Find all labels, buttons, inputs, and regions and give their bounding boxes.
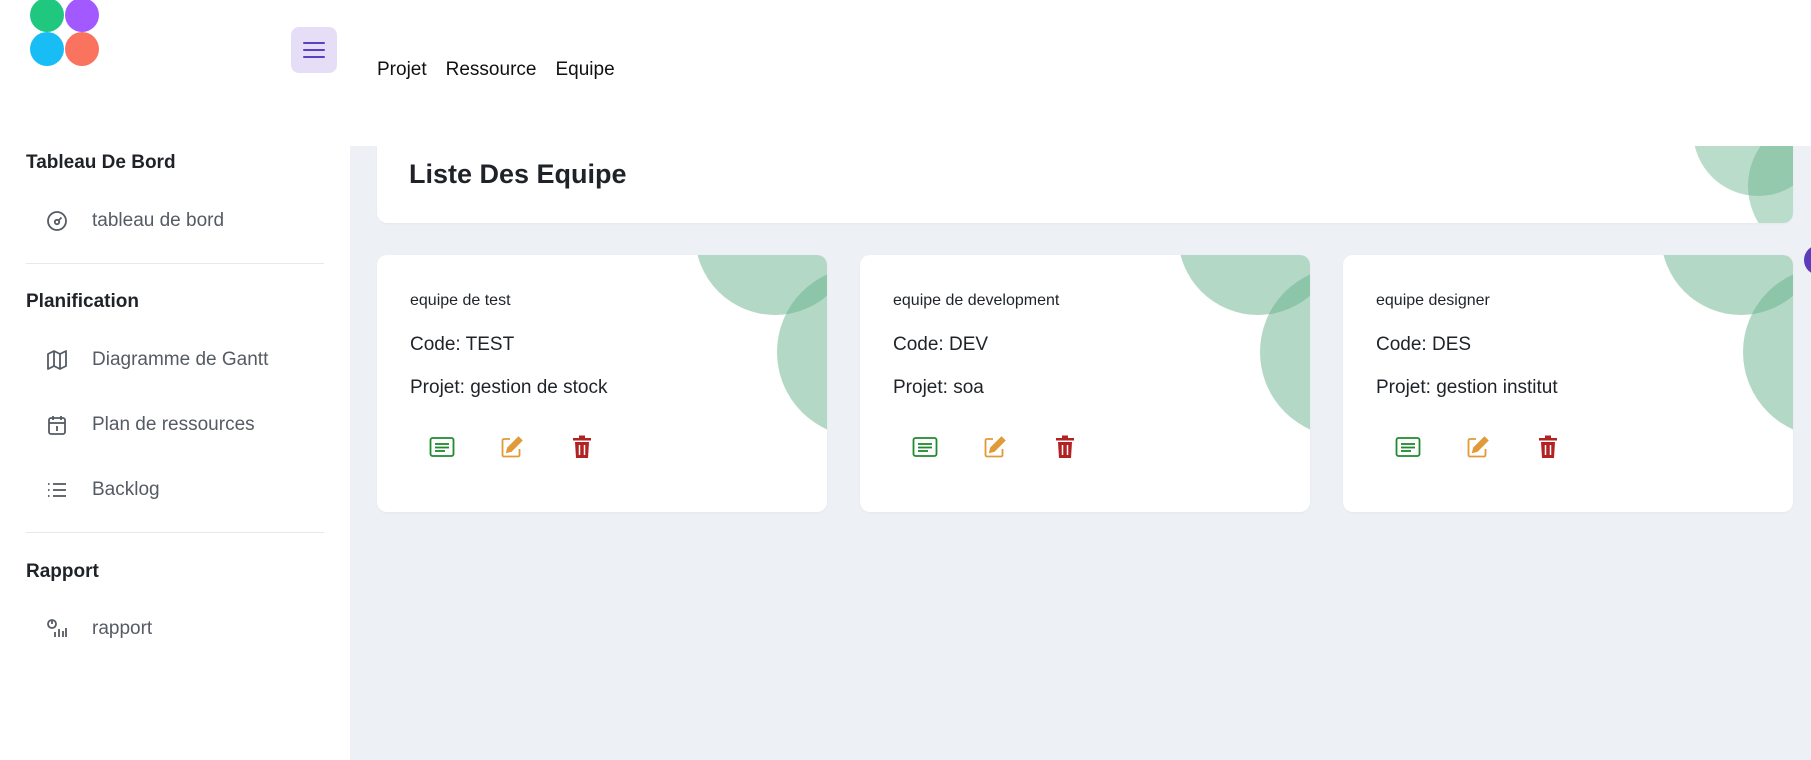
details-icon	[1395, 437, 1421, 457]
delete-icon	[573, 435, 591, 458]
edit-button[interactable]	[982, 434, 1008, 460]
details-icon	[912, 437, 938, 457]
team-actions	[912, 434, 1078, 460]
sidebar-item-plan-ressources[interactable]: Plan de ressources	[44, 405, 324, 445]
sidebar: Tableau De Bord tableau de bord Planific…	[0, 146, 350, 760]
delete-icon	[1539, 435, 1557, 458]
dashboard-icon	[44, 208, 70, 234]
team-name: equipe designer	[1376, 292, 1490, 309]
team-name: equipe de test	[410, 292, 511, 309]
nav-equipe[interactable]: Equipe	[555, 59, 614, 81]
details-button[interactable]	[912, 434, 938, 460]
details-button[interactable]	[1395, 434, 1421, 460]
sidebar-divider	[26, 532, 324, 533]
app-logo[interactable]	[28, 0, 102, 68]
map-icon	[44, 347, 70, 373]
team-code: Code: DEV	[893, 334, 989, 355]
delete-button[interactable]	[569, 434, 595, 460]
sidebar-item-label: Plan de ressources	[92, 414, 255, 435]
main-content: Liste Des Equipe equipe de test Code: TE…	[350, 146, 1811, 760]
edit-button[interactable]	[499, 434, 525, 460]
list-icon	[44, 477, 70, 503]
team-actions	[1395, 434, 1561, 460]
hamburger-icon	[303, 42, 325, 58]
team-card: equipe designer Code: DES Projet: gestio…	[1343, 255, 1793, 512]
sidebar-item-label: Diagramme de Gantt	[92, 349, 269, 370]
team-project: Projet: gestion de stock	[410, 377, 608, 398]
section-title-rapport: Rapport	[26, 561, 99, 582]
edit-button[interactable]	[1465, 434, 1491, 460]
sidebar-item-backlog[interactable]: Backlog	[44, 470, 324, 510]
top-nav: Projet Ressource Equipe	[377, 59, 615, 81]
section-title-tableau: Tableau De Bord	[26, 152, 176, 173]
details-button[interactable]	[429, 434, 455, 460]
team-code: Code: DES	[1376, 334, 1472, 355]
sidebar-item-label: rapport	[92, 618, 153, 639]
delete-button[interactable]	[1535, 434, 1561, 460]
delete-button[interactable]	[1052, 434, 1078, 460]
team-name: equipe de development	[893, 292, 1060, 309]
team-project: Projet: soa	[893, 377, 984, 398]
edit-icon	[984, 436, 1006, 458]
edit-icon	[1467, 436, 1489, 458]
calendar-icon	[44, 412, 70, 438]
team-card: equipe de test Code: TEST Projet: gestio…	[377, 255, 827, 512]
team-project: Projet: gestion institut	[1376, 377, 1558, 398]
sidebar-divider	[26, 263, 324, 264]
details-icon	[429, 437, 455, 457]
edit-icon	[501, 436, 523, 458]
team-card: equipe de development Code: DEV Projet: …	[860, 255, 1310, 512]
report-icon	[44, 616, 70, 642]
nav-projet[interactable]: Projet	[377, 59, 427, 81]
sidebar-item-label: Backlog	[92, 479, 160, 500]
sidebar-item-gantt[interactable]: Diagramme de Gantt	[44, 340, 324, 380]
decorative-circle	[1748, 146, 1793, 223]
sidebar-item-label: tableau de bord	[92, 210, 225, 231]
page-title-card: Liste Des Equipe	[377, 146, 1793, 223]
menu-toggle-button[interactable]	[291, 27, 337, 73]
section-title-planification: Planification	[26, 291, 139, 312]
page-title: Liste Des Equipe	[409, 159, 627, 189]
header: Projet Ressource Equipe	[0, 0, 1811, 146]
delete-icon	[1056, 435, 1074, 458]
sidebar-item-tableau-de-bord[interactable]: tableau de bord	[44, 201, 324, 241]
nav-ressource[interactable]: Ressource	[446, 59, 537, 81]
team-actions	[429, 434, 595, 460]
sidebar-item-rapport[interactable]: rapport	[44, 609, 324, 649]
team-code: Code: TEST	[410, 334, 515, 355]
